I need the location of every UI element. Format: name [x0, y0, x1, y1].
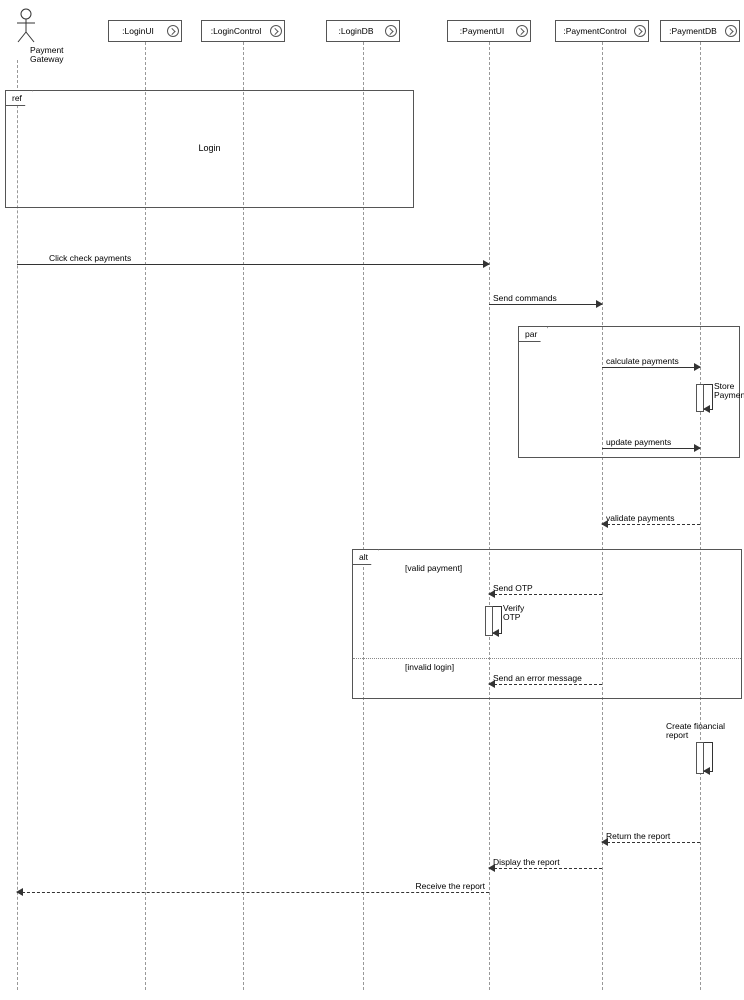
msg-return-report: Return the report	[602, 830, 700, 843]
sequence-diagram: Payment Gateway :LoginUI :LoginControl :…	[0, 0, 744, 1000]
obj-paymentdb-label: :PaymentDB	[663, 26, 723, 36]
msg-click-check-label: Click check payments	[49, 253, 131, 263]
msg-send-commands: Send commands	[489, 292, 602, 305]
obj-paymentcontrol-label: :PaymentControl	[558, 26, 632, 36]
self-verify-otp-label: Verify OTP	[503, 604, 524, 622]
actor-label: Payment Gateway	[30, 46, 90, 65]
obj-loginui: :LoginUI	[108, 20, 182, 42]
msg-validate-payments: validate payments	[602, 512, 700, 525]
msg-update-payments: update payments	[602, 436, 700, 449]
msg-send-error-label: Send an error message	[493, 673, 582, 683]
msg-send-commands-label: Send commands	[493, 293, 557, 303]
self-create-report-label: Create financial report	[666, 722, 725, 740]
refresh-icon	[516, 25, 528, 37]
refresh-icon	[725, 25, 737, 37]
obj-logindb-label: :LoginDB	[329, 26, 383, 36]
msg-update-payments-label: update payments	[606, 437, 671, 447]
self-store-payments-label: Store Payments	[714, 382, 744, 400]
msg-calc-payments-label: calculate payments	[606, 356, 679, 366]
msg-receive-report-label: Receive the report	[416, 881, 485, 891]
msg-send-otp: Send OTP	[489, 582, 602, 595]
msg-return-report-label: Return the report	[606, 831, 670, 841]
refresh-icon	[634, 25, 646, 37]
obj-logindb: :LoginDB	[326, 20, 400, 42]
fragment-ref: ref Login	[5, 90, 414, 208]
obj-logincontrol: :LoginControl	[201, 20, 285, 42]
msg-send-error: Send an error message	[489, 672, 602, 685]
msg-send-otp-label: Send OTP	[493, 583, 533, 593]
msg-click-check: Click check payments	[17, 252, 489, 265]
lifeline-paymentui	[489, 42, 490, 990]
obj-paymentcontrol: :PaymentControl	[555, 20, 649, 42]
alt-guard-valid: [valid payment]	[405, 563, 462, 573]
obj-paymentui-label: :PaymentUI	[450, 26, 514, 36]
obj-paymentui: :PaymentUI	[447, 20, 531, 42]
actor	[6, 8, 46, 44]
obj-paymentdb: :PaymentDB	[660, 20, 740, 42]
msg-validate-payments-label: validate payments	[606, 513, 675, 523]
msg-display-report: Display the report	[489, 856, 602, 869]
refresh-icon	[167, 25, 179, 37]
refresh-icon	[270, 25, 282, 37]
msg-display-report-label: Display the report	[493, 857, 560, 867]
alt-guard-invalid: [invalid login]	[405, 662, 454, 672]
lifeline-paymentdb	[700, 42, 701, 990]
obj-loginui-label: :LoginUI	[111, 26, 165, 36]
fragment-par-tag: par	[518, 326, 548, 342]
msg-calc-payments: calculate payments	[602, 355, 700, 368]
fragment-alt-tag: alt	[352, 549, 379, 565]
obj-logincontrol-label: :LoginControl	[204, 26, 268, 36]
fragment-ref-title: Login	[6, 143, 413, 153]
msg-receive-report: Receive the report	[17, 880, 489, 893]
refresh-icon	[385, 25, 397, 37]
fragment-ref-tag: ref	[5, 90, 33, 106]
